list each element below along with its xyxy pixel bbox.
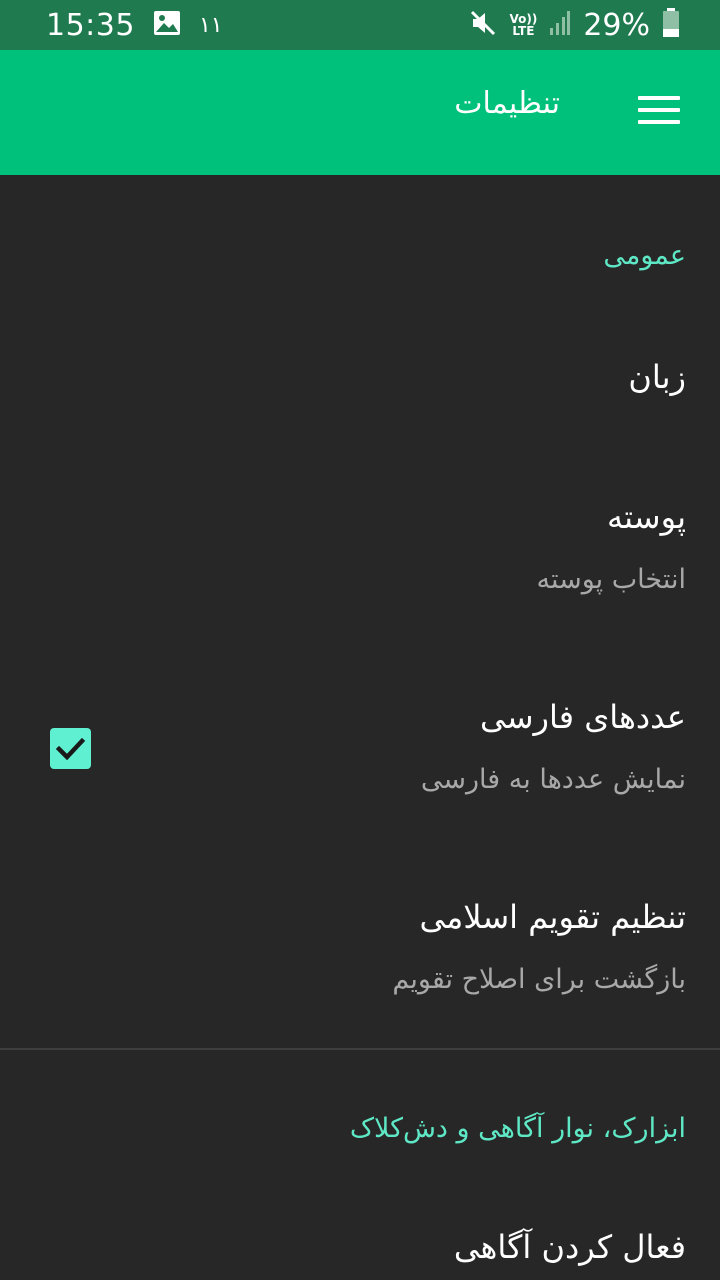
checkmark-icon [55,737,86,761]
page-title: تنظیمات [454,86,560,121]
pref-islamic-offset[interactable]: تنظیم تقویم اسلامی بازگشت برای اصلاح تقو… [0,880,720,1020]
pref-notification-title: فعال کردن آگاهی [453,1228,686,1266]
status-time: 15:35 [46,7,135,43]
status-bar-right: Vo)) LTE 29% [469,6,680,44]
volte-bottom-label: LTE [512,24,535,38]
section-header-general: عمومی [603,240,686,271]
volte-icon: Vo)) LTE [509,13,537,37]
pref-persian-digits-title: عددهای فارسی [480,698,686,736]
pref-theme[interactable]: پوسته انتخاب پوسته [0,480,720,620]
pref-theme-title: پوسته [606,498,686,536]
app-bar: تنظیمات [0,50,720,175]
pref-language[interactable]: زبان [0,330,720,440]
pref-islamic-offset-title: تنظیم تقویم اسلامی [419,898,686,936]
section-header-widgets: ابزارک، نوار آگاهی و دش‌کلاک [349,1113,686,1144]
persian-digits-checkbox[interactable] [50,728,91,769]
battery-icon [662,8,680,42]
status-bar: 15:35 ۱۱ Vo)) LTE 29% [0,0,720,50]
signal-icon [549,10,571,40]
section-divider [0,1048,720,1050]
pref-theme-summary: انتخاب پوسته [536,564,686,595]
pref-persian-digits-summary: نمایش عددها به فارسی [420,764,686,795]
mute-icon [469,9,497,41]
pref-language-title: زبان [628,358,686,396]
status-bar-left: 15:35 ۱۱ [46,6,223,44]
pref-notification[interactable]: فعال کردن آگاهی [0,1210,720,1280]
hamburger-menu-icon[interactable] [638,96,680,128]
image-icon [153,10,181,40]
notification-count: ۱۱ [198,12,223,38]
pref-persian-digits[interactable]: عددهای فارسی نمایش عددها به فارسی [0,680,720,820]
pref-islamic-offset-summary: بازگشت برای اصلاح تقویم [392,964,686,995]
battery-percent: 29% [583,7,650,43]
